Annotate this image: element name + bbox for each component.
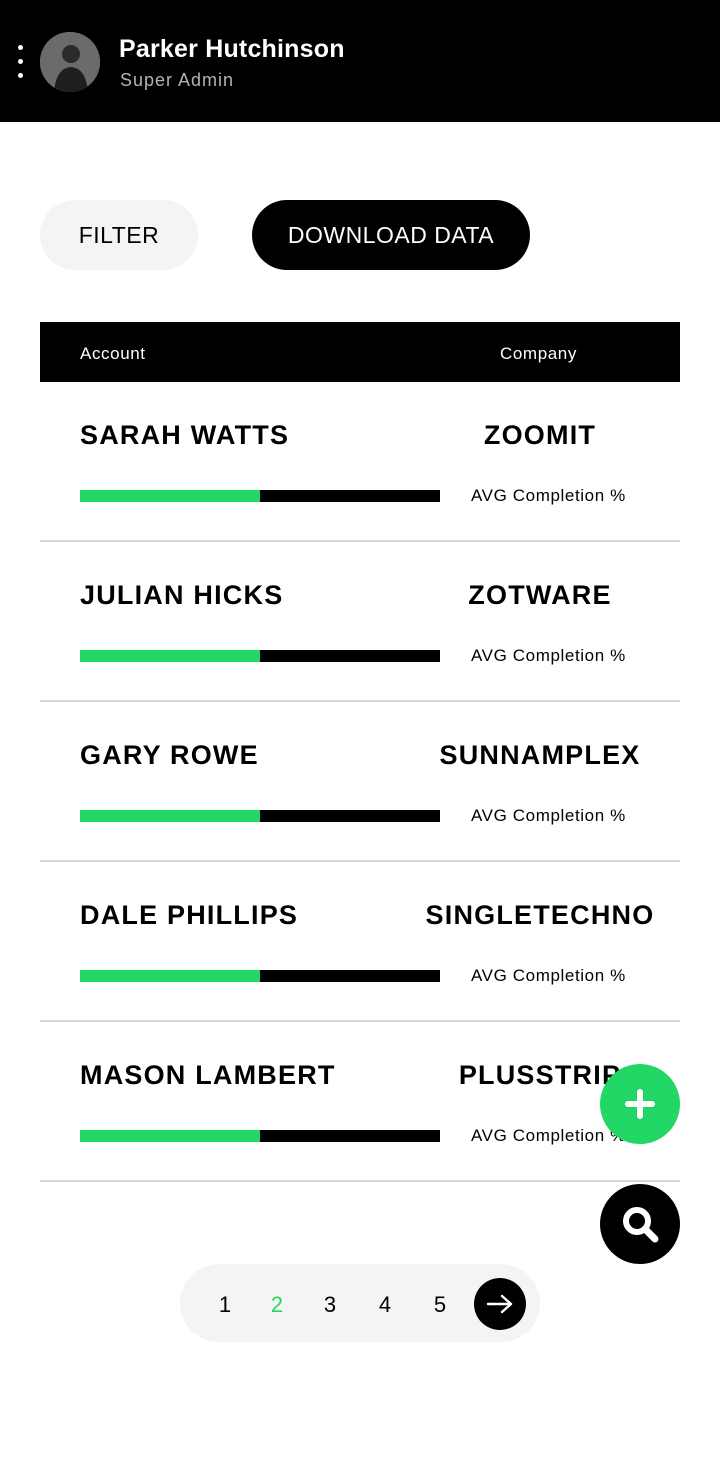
completion-bar-fill bbox=[80, 650, 260, 662]
table-header: Account Company bbox=[40, 322, 680, 382]
arrow-right-icon bbox=[486, 1294, 513, 1314]
completion-bar-fill bbox=[80, 1130, 260, 1142]
account-name: GARY ROWE bbox=[80, 740, 259, 770]
metric-label: AVG Completion % bbox=[471, 486, 626, 505]
account-list: SARAH WATTS ZOOMIT AVG Completion % JULI… bbox=[40, 382, 680, 1182]
completion-bar bbox=[80, 650, 440, 662]
pagination: 1 2 3 4 5 bbox=[180, 1264, 540, 1342]
page-1-link[interactable]: 1 bbox=[210, 1292, 240, 1318]
column-header-company: Company bbox=[500, 344, 577, 363]
metric-label: AVG Completion % bbox=[471, 646, 626, 665]
completion-bar-fill bbox=[80, 970, 260, 982]
page-2-link[interactable]: 2 bbox=[262, 1292, 292, 1318]
company-name: ZOOMIT bbox=[483, 420, 597, 450]
company-name: SINGLETECHNO bbox=[425, 900, 655, 930]
table-row[interactable]: DALE PHILLIPS SINGLETECHNO AVG Completio… bbox=[40, 862, 680, 1022]
page-3-link[interactable]: 3 bbox=[315, 1292, 345, 1318]
completion-bar bbox=[80, 810, 440, 822]
table-row[interactable]: MASON LAMBERT PLUSSTRIP AVG Completion % bbox=[40, 1022, 680, 1182]
avatar[interactable] bbox=[40, 32, 100, 92]
app-header: Parker Hutchinson Super Admin bbox=[0, 0, 720, 122]
menu-dots-icon[interactable] bbox=[12, 42, 28, 82]
plus-icon bbox=[625, 1089, 655, 1119]
table-row[interactable]: SARAH WATTS ZOOMIT AVG Completion % bbox=[40, 382, 680, 542]
completion-bar bbox=[80, 970, 440, 982]
metric-label: AVG Completion % bbox=[471, 966, 626, 985]
table-row[interactable]: JULIAN HICKS ZOTWARE AVG Completion % bbox=[40, 542, 680, 702]
download-data-button[interactable]: DOWNLOAD DATA bbox=[252, 200, 530, 270]
user-name: Parker Hutchinson bbox=[119, 35, 345, 63]
company-name: ZOTWARE bbox=[468, 580, 612, 610]
add-button[interactable] bbox=[600, 1064, 680, 1144]
account-name: JULIAN HICKS bbox=[80, 580, 284, 610]
page-5-link[interactable]: 5 bbox=[425, 1292, 455, 1318]
account-name: DALE PHILLIPS bbox=[80, 900, 299, 930]
completion-bar bbox=[80, 1130, 440, 1142]
completion-bar bbox=[80, 490, 440, 502]
account-name: SARAH WATTS bbox=[80, 420, 290, 450]
column-header-account: Account bbox=[80, 344, 146, 363]
next-page-button[interactable] bbox=[474, 1278, 526, 1330]
page-4-link[interactable]: 4 bbox=[370, 1292, 400, 1318]
company-name: SUNNAMPLEX bbox=[439, 740, 641, 770]
search-button[interactable] bbox=[600, 1184, 680, 1264]
metric-label: AVG Completion % bbox=[471, 806, 626, 825]
completion-bar-fill bbox=[80, 810, 260, 822]
table-row[interactable]: GARY ROWE SUNNAMPLEX AVG Completion % bbox=[40, 702, 680, 862]
filter-button[interactable]: FILTER bbox=[40, 200, 198, 270]
user-role: Super Admin bbox=[120, 70, 235, 90]
completion-bar-fill bbox=[80, 490, 260, 502]
search-icon bbox=[623, 1207, 659, 1243]
metric-label: AVG Completion % bbox=[471, 1126, 626, 1145]
account-name: MASON LAMBERT bbox=[80, 1060, 336, 1090]
